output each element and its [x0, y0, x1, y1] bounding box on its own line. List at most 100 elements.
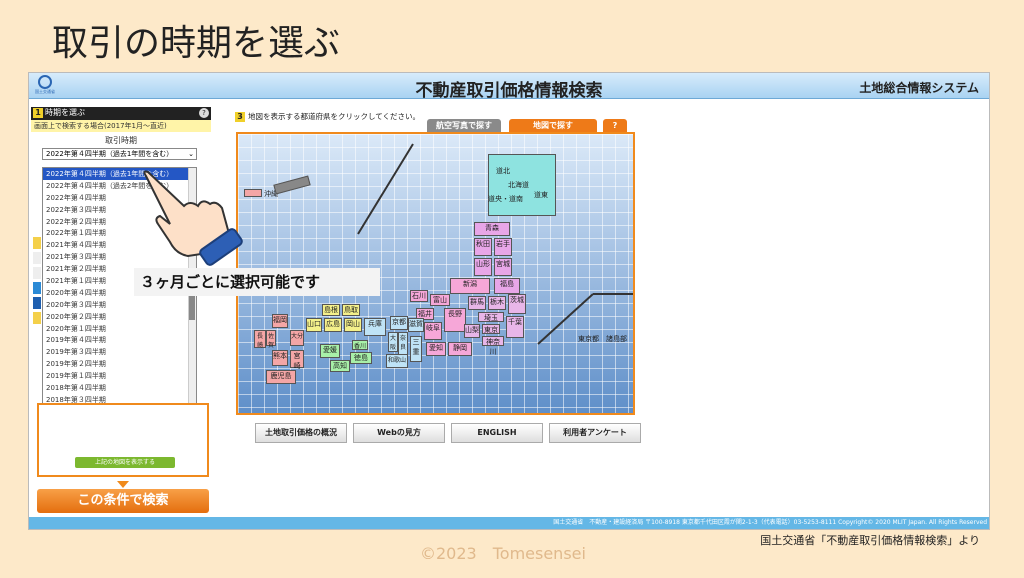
pref-kagawa[interactable]: 香川: [352, 340, 368, 350]
step3-area-box: 上記の地図を表示する: [37, 403, 209, 477]
label-gifu: 岐阜: [426, 324, 440, 332]
pref-yamagata[interactable]: 山形: [474, 258, 492, 276]
pref-tottori[interactable]: 鳥取: [342, 304, 360, 316]
pref-mie[interactable]: 三重: [410, 336, 422, 362]
app-header: 国土交通省 不動産取引価格情報検索 土地総合情報システム: [29, 73, 989, 101]
label-saitama: 埼玉: [484, 314, 498, 322]
step1-number: 1: [33, 108, 43, 118]
pref-niigata[interactable]: 新潟: [450, 278, 490, 294]
period-select[interactable]: 2022年第４四半期（過去1年間を含む） ⌄: [42, 148, 197, 160]
dropdown-option[interactable]: 2020年第３四半期: [43, 299, 196, 311]
tab-map[interactable]: 地図で探す: [509, 119, 597, 132]
pref-iwate[interactable]: 岩手: [494, 238, 512, 256]
pref-okinawa[interactable]: [244, 189, 262, 197]
pref-nagasaki[interactable]: 長崎: [254, 330, 266, 349]
pref-saga[interactable]: 佐賀: [266, 330, 276, 349]
label-yamanashi: 山梨: [465, 326, 479, 334]
pref-oita[interactable]: 大分: [290, 330, 304, 346]
pref-gunma[interactable]: 群馬: [468, 296, 486, 310]
pref-yamanashi[interactable]: 山梨: [464, 324, 480, 338]
dropdown-option[interactable]: 2019年第２四半期: [43, 358, 196, 370]
step3-number: 3: [235, 112, 245, 122]
label-osaka: 大阪: [389, 335, 396, 351]
pref-miyagi[interactable]: 宮城: [494, 258, 512, 276]
label-fukushima: 福島: [500, 280, 514, 288]
pref-osaka[interactable]: 大阪: [388, 332, 398, 352]
dropdown-option[interactable]: 2019年第４四半期: [43, 334, 196, 346]
dropdown-option[interactable]: 2019年第３四半期: [43, 346, 196, 358]
dropdown-option[interactable]: 2020年第２四半期: [43, 311, 196, 323]
pref-saitama[interactable]: 埼玉: [478, 312, 504, 322]
dropdown-option[interactable]: 2019年第１四半期: [43, 370, 196, 382]
label-toyama: 富山: [433, 296, 447, 304]
tab-aerial-photo[interactable]: 航空写真で探す: [427, 119, 501, 132]
period-label: 取引時期: [105, 136, 137, 145]
pref-nagano[interactable]: 長野: [444, 308, 466, 332]
pref-kagoshima[interactable]: 鹿児島: [266, 370, 296, 384]
pref-shimane[interactable]: 島根: [322, 304, 340, 316]
pref-tokushima[interactable]: 徳島: [350, 352, 372, 364]
pref-kumamoto[interactable]: 熊本: [272, 350, 288, 366]
label-niigata: 新潟: [463, 280, 477, 288]
pref-aomori[interactable]: 青森: [474, 222, 510, 236]
label-miyagi: 宮城: [496, 260, 510, 268]
link-survey[interactable]: 利用者アンケート: [549, 423, 641, 443]
label-ibaraki: 茨城: [510, 296, 524, 304]
map-help-button[interactable]: ?: [603, 119, 627, 132]
label-kagawa: 香川: [353, 343, 366, 350]
label-kumamoto: 熊本: [273, 352, 287, 360]
search-button[interactable]: この条件で検索: [37, 489, 209, 513]
pref-chiba[interactable]: 千葉: [506, 316, 524, 338]
dropdown-option[interactable]: 2020年第１四半期: [43, 323, 196, 335]
panel-side-decor: [33, 237, 41, 357]
pref-tokyo[interactable]: 東京: [482, 324, 500, 334]
label-hiroshima: 広島: [326, 320, 340, 328]
label-nara: 奈良: [399, 335, 406, 351]
pref-tochigi[interactable]: 栃木: [488, 296, 506, 310]
pref-ibaraki[interactable]: 茨城: [508, 294, 526, 314]
pref-toyama[interactable]: 富山: [430, 294, 450, 306]
pref-miyazaki[interactable]: 宮崎: [290, 350, 304, 370]
pref-nara[interactable]: 奈良: [398, 332, 408, 356]
pref-fukushima[interactable]: 福島: [494, 278, 520, 294]
show-map-button[interactable]: 上記の地図を表示する: [75, 457, 175, 468]
label-yamagata: 山形: [476, 260, 490, 268]
label-tokyo-islands[interactable]: 東京都 諸島部: [578, 334, 633, 344]
link-english[interactable]: ENGLISH: [451, 423, 543, 443]
pref-shizuoka[interactable]: 静岡: [448, 342, 472, 356]
system-name[interactable]: 土地総合情報システム: [859, 79, 979, 96]
label-shimane: 島根: [324, 306, 338, 314]
pref-fukuoka[interactable]: 福岡: [272, 314, 288, 328]
dropdown-option[interactable]: 2018年第４四半期: [43, 382, 196, 394]
label-doto: 道東: [534, 191, 548, 199]
label-aichi: 愛知: [429, 344, 443, 352]
label-chiba: 千葉: [508, 318, 522, 326]
label-ehime: 愛媛: [323, 346, 337, 354]
pref-kochi[interactable]: 高知: [330, 360, 350, 372]
callout-text: ３ヶ月ごとに選択可能です: [134, 268, 380, 296]
pref-ehime[interactable]: 愛媛: [320, 344, 340, 358]
link-overview[interactable]: 土地取引価格の概況: [255, 423, 347, 443]
pref-kanagawa[interactable]: 神奈川: [482, 336, 504, 356]
pref-gifu[interactable]: 岐阜: [424, 322, 442, 340]
map-instruction: 3 地図を表示する都道府県をクリックしてください。: [235, 111, 420, 122]
pref-akita[interactable]: 秋田: [474, 238, 492, 256]
pref-shiga[interactable]: 滋賀: [408, 318, 424, 332]
pref-hyogo[interactable]: 兵庫: [364, 318, 386, 336]
pref-kyoto[interactable]: 京都: [390, 316, 408, 330]
label-shizuoka: 静岡: [453, 344, 467, 352]
label-nagasaki: 長崎: [256, 333, 263, 349]
label-wakayama: 和歌山: [387, 357, 406, 364]
pref-yamaguchi[interactable]: 山口: [306, 318, 322, 332]
help-icon[interactable]: ?: [199, 108, 209, 118]
pref-wakayama[interactable]: 和歌山: [386, 354, 408, 368]
pref-hiroshima[interactable]: 広島: [324, 318, 342, 332]
pref-aichi[interactable]: 愛知: [426, 342, 446, 356]
pref-okayama[interactable]: 岡山: [344, 318, 362, 332]
label-akita: 秋田: [476, 240, 490, 248]
pref-ishikawa[interactable]: 石川: [410, 290, 428, 302]
label-yamaguchi: 山口: [307, 320, 321, 328]
link-how-to-use[interactable]: Webの見方: [353, 423, 445, 443]
label-nagano: 長野: [448, 310, 462, 318]
label-gunma: 群馬: [470, 298, 484, 306]
